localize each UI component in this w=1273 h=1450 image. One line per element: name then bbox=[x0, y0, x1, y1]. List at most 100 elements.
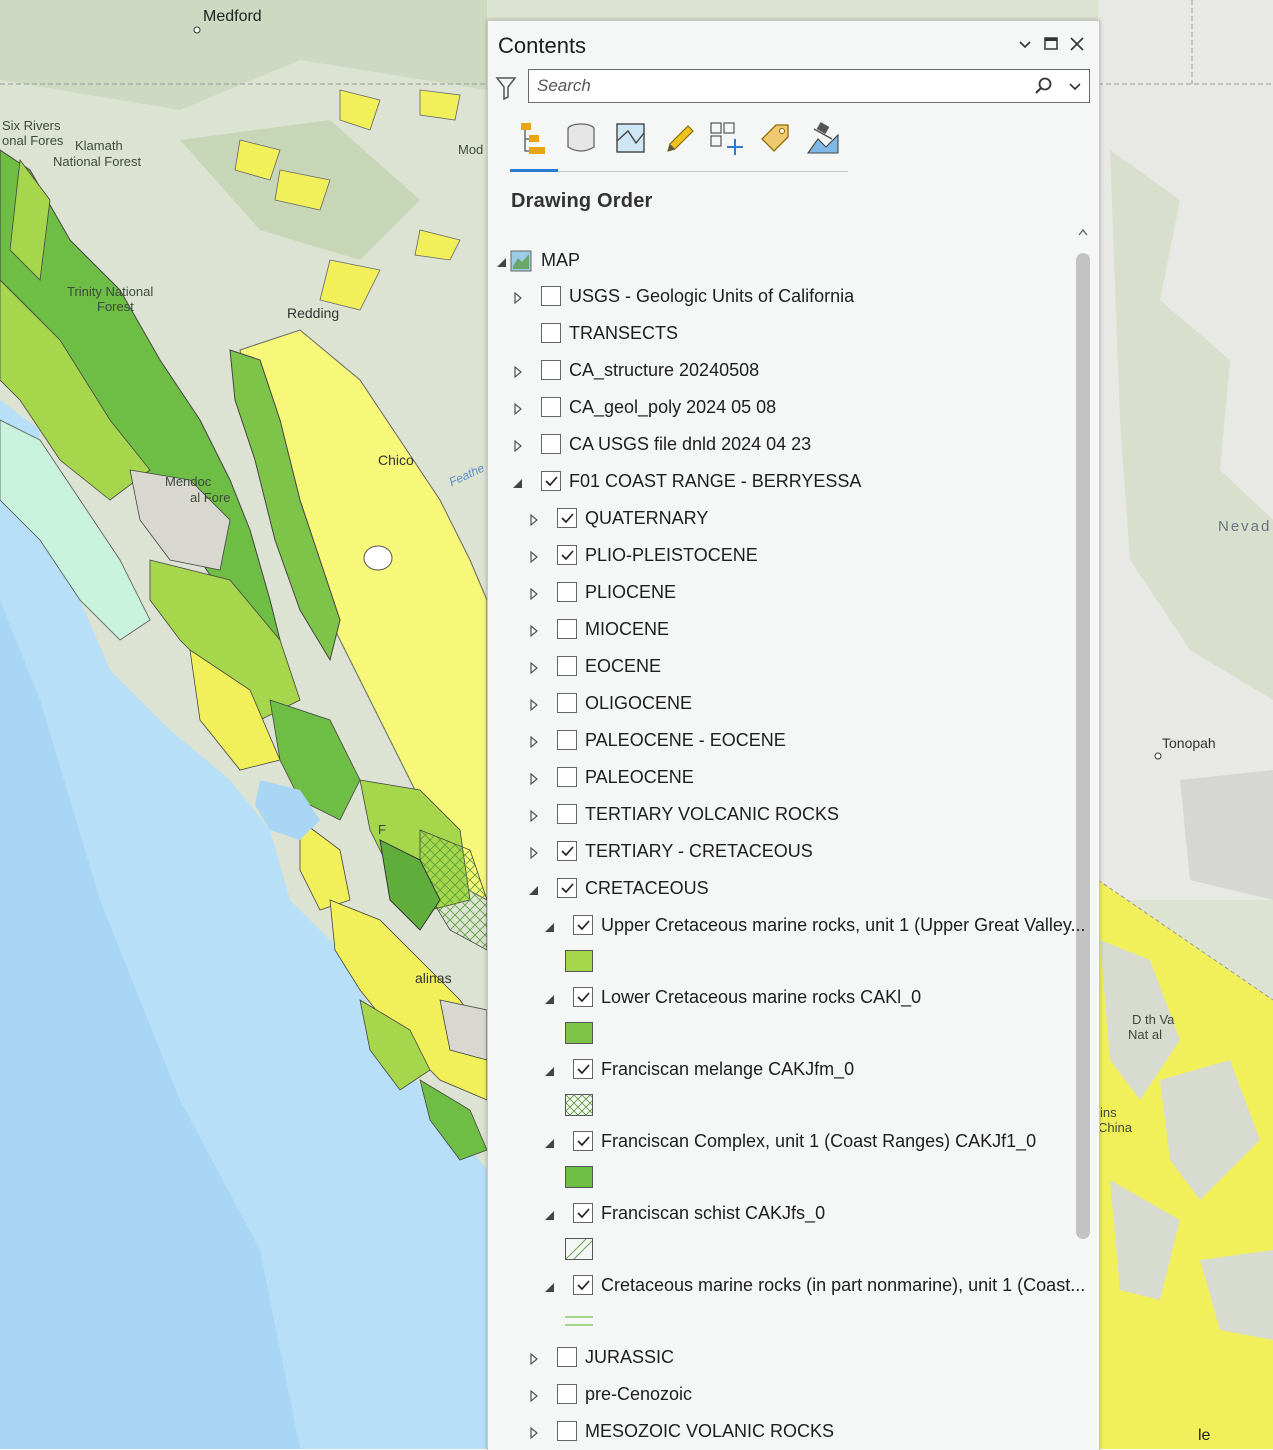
expand-arrow-icon[interactable] bbox=[528, 661, 540, 675]
list-by-perspective-imagery-button[interactable] bbox=[803, 119, 841, 159]
collapse-arrow-icon[interactable] bbox=[512, 476, 524, 490]
layer-row[interactable]: TERTIARY VOLCANIC ROCKS bbox=[488, 799, 1068, 833]
layer-visibility-checkbox[interactable] bbox=[573, 1059, 593, 1079]
layer-row[interactable]: pre-Cenozoic bbox=[488, 1379, 1068, 1413]
chevron-down-icon[interactable] bbox=[1067, 78, 1083, 94]
expand-arrow-icon[interactable] bbox=[512, 365, 524, 379]
expand-arrow-icon[interactable] bbox=[512, 439, 524, 453]
layer-row[interactable]: Franciscan schist CAKJfs_0 bbox=[488, 1198, 1068, 1232]
layer-row[interactable]: Upper Cretaceous marine rocks, unit 1 (U… bbox=[488, 910, 1086, 944]
layer-row[interactable]: Franciscan Complex, unit 1 (Coast Ranges… bbox=[488, 1126, 1068, 1160]
layer-visibility-checkbox[interactable] bbox=[541, 323, 561, 343]
layer-row[interactable]: CA_structure 20240508 bbox=[488, 355, 1068, 389]
expand-arrow-icon[interactable] bbox=[528, 809, 540, 823]
layer-visibility-checkbox[interactable] bbox=[557, 693, 577, 713]
layer-visibility-checkbox[interactable] bbox=[557, 841, 577, 861]
layer-visibility-checkbox[interactable] bbox=[557, 545, 577, 565]
layer-row[interactable]: MESOZOIC VOLANIC ROCKS bbox=[488, 1416, 1068, 1450]
layer-row[interactable]: MAP bbox=[488, 245, 1068, 279]
pane-options-button[interactable] bbox=[1014, 33, 1036, 55]
layer-visibility-checkbox[interactable] bbox=[557, 878, 577, 898]
expand-arrow-icon[interactable] bbox=[528, 772, 540, 786]
layer-row[interactable]: Cretaceous marine rocks (in part nonmari… bbox=[488, 1270, 1085, 1304]
layer-row[interactable]: USGS - Geologic Units of California bbox=[488, 281, 1068, 315]
expand-arrow-icon[interactable] bbox=[528, 513, 540, 527]
legend-swatch[interactable] bbox=[565, 1310, 593, 1332]
layer-visibility-checkbox[interactable] bbox=[557, 804, 577, 824]
expand-arrow-icon[interactable] bbox=[528, 1389, 540, 1403]
layer-row[interactable]: CA_geol_poly 2024 05 08 bbox=[488, 392, 1068, 426]
close-button[interactable] bbox=[1066, 33, 1088, 55]
legend-swatch[interactable] bbox=[565, 1238, 593, 1260]
layer-visibility-checkbox[interactable] bbox=[541, 397, 561, 417]
layer-row[interactable]: Franciscan melange CAKJfm_0 bbox=[488, 1054, 1068, 1088]
layer-row[interactable]: PALEOCENE bbox=[488, 762, 1068, 796]
list-by-source-button[interactable] bbox=[562, 119, 600, 159]
layer-visibility-checkbox[interactable] bbox=[573, 915, 593, 935]
layer-row[interactable]: PLIO-PLEISTOCENE bbox=[488, 540, 1068, 574]
layer-visibility-checkbox[interactable] bbox=[541, 360, 561, 380]
list-by-selection-button[interactable] bbox=[611, 119, 649, 159]
list-by-drawing-order-button[interactable] bbox=[514, 119, 552, 159]
layer-row[interactable]: PLIOCENE bbox=[488, 577, 1068, 611]
layer-row[interactable]: OLIGOCENE bbox=[488, 688, 1068, 722]
filter-button[interactable] bbox=[495, 75, 517, 101]
layer-row[interactable]: JURASSIC bbox=[488, 1342, 1068, 1376]
collapse-arrow-icon[interactable] bbox=[496, 255, 508, 269]
layer-visibility-checkbox[interactable] bbox=[573, 1275, 593, 1295]
layer-row[interactable]: Lower Cretaceous marine rocks CAKl_0 bbox=[488, 982, 1068, 1016]
maximize-button[interactable] bbox=[1040, 33, 1062, 55]
list-by-editing-button[interactable] bbox=[659, 119, 697, 159]
layer-visibility-checkbox[interactable] bbox=[557, 767, 577, 787]
layer-visibility-checkbox[interactable] bbox=[557, 582, 577, 602]
layer-row[interactable]: MIOCENE bbox=[488, 614, 1068, 648]
collapse-arrow-icon[interactable] bbox=[544, 1208, 556, 1222]
legend-swatch[interactable] bbox=[565, 1022, 593, 1044]
layer-visibility-checkbox[interactable] bbox=[557, 656, 577, 676]
search-icon[interactable] bbox=[1033, 76, 1053, 96]
layer-visibility-checkbox[interactable] bbox=[557, 508, 577, 528]
collapse-arrow-icon[interactable] bbox=[544, 1136, 556, 1150]
expand-arrow-icon[interactable] bbox=[528, 735, 540, 749]
layer-visibility-checkbox[interactable] bbox=[557, 1421, 577, 1441]
layer-row[interactable]: CA USGS file dnld 2024 04 23 bbox=[488, 429, 1068, 463]
collapse-arrow-icon[interactable] bbox=[544, 1064, 556, 1078]
layer-visibility-checkbox[interactable] bbox=[541, 434, 561, 454]
layer-row[interactable]: F01 COAST RANGE - BERRYESSA bbox=[488, 466, 1068, 500]
layer-visibility-checkbox[interactable] bbox=[573, 1131, 593, 1151]
expand-arrow-icon[interactable] bbox=[528, 1352, 540, 1366]
collapse-arrow-icon[interactable] bbox=[544, 1280, 556, 1294]
expand-arrow-icon[interactable] bbox=[528, 846, 540, 860]
expand-arrow-icon[interactable] bbox=[512, 402, 524, 416]
scrollbar-thumb[interactable] bbox=[1076, 253, 1090, 1239]
search-box[interactable] bbox=[528, 69, 1090, 103]
expand-arrow-icon[interactable] bbox=[528, 550, 540, 564]
layer-visibility-checkbox[interactable] bbox=[557, 1347, 577, 1367]
expand-arrow-icon[interactable] bbox=[512, 291, 524, 305]
layer-visibility-checkbox[interactable] bbox=[541, 286, 561, 306]
layer-visibility-checkbox[interactable] bbox=[557, 619, 577, 639]
expand-arrow-icon[interactable] bbox=[528, 1426, 540, 1440]
search-input[interactable] bbox=[537, 75, 1017, 97]
expand-arrow-icon[interactable] bbox=[528, 587, 540, 601]
list-by-labeling-button[interactable] bbox=[755, 119, 793, 159]
scroll-up-arrow-icon[interactable] bbox=[1077, 227, 1089, 237]
layer-visibility-checkbox[interactable] bbox=[573, 987, 593, 1007]
collapse-arrow-icon[interactable] bbox=[544, 920, 556, 934]
list-by-snapping-button[interactable] bbox=[706, 119, 744, 159]
layer-row[interactable]: CRETACEOUS bbox=[488, 873, 1068, 907]
layer-row[interactable]: PALEOCENE - EOCENE bbox=[488, 725, 1068, 759]
layer-visibility-checkbox[interactable] bbox=[573, 1203, 593, 1223]
layer-row[interactable]: TRANSECTS bbox=[488, 318, 1068, 352]
layer-row[interactable]: EOCENE bbox=[488, 651, 1068, 685]
layer-row[interactable]: TERTIARY - CRETACEOUS bbox=[488, 836, 1068, 870]
layer-visibility-checkbox[interactable] bbox=[557, 1384, 577, 1404]
expand-arrow-icon[interactable] bbox=[528, 698, 540, 712]
layer-visibility-checkbox[interactable] bbox=[557, 730, 577, 750]
layer-visibility-checkbox[interactable] bbox=[541, 471, 561, 491]
expand-arrow-icon[interactable] bbox=[528, 624, 540, 638]
collapse-arrow-icon[interactable] bbox=[528, 883, 540, 897]
legend-swatch[interactable] bbox=[565, 1166, 593, 1188]
layer-row[interactable]: QUATERNARY bbox=[488, 503, 1068, 537]
legend-swatch[interactable] bbox=[565, 950, 593, 972]
